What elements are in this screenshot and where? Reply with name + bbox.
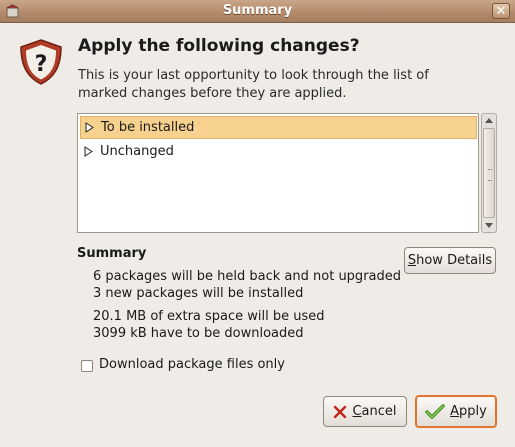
scroll-up-icon[interactable] xyxy=(485,118,493,123)
cancel-label: ancel xyxy=(361,404,397,419)
dialog-heading: Apply the following changes? xyxy=(78,36,360,56)
question-icon: ? xyxy=(20,39,62,85)
summary-heading: Summary xyxy=(77,246,147,261)
tree-row-to-be-installed[interactable]: To be installed xyxy=(80,116,477,139)
expander-icon[interactable] xyxy=(85,122,94,133)
tree-row-label: To be installed xyxy=(101,120,195,135)
apply-button[interactable]: Apply xyxy=(415,395,497,428)
download-only-checkbox[interactable] xyxy=(81,360,93,372)
tree-row-label: Unchanged xyxy=(100,144,174,159)
details-mnemonic: S xyxy=(407,253,417,268)
show-details-button[interactable]: Show Details xyxy=(404,247,496,274)
scroll-thumb[interactable] xyxy=(483,128,495,218)
summary-line-extra-space: 20.1 MB of extra space will be used xyxy=(93,309,325,324)
cancel-x-icon xyxy=(334,405,347,418)
apply-mnemonic: A xyxy=(450,404,460,419)
window-title: Summary xyxy=(222,3,293,18)
summary-line-held-back: 6 packages will be held back and not upg… xyxy=(93,269,402,284)
cancel-button[interactable]: Cancel xyxy=(323,396,407,427)
apply-label: pply xyxy=(459,404,487,419)
summary-line-new-packages: 3 new packages will be installed xyxy=(93,286,304,301)
close-icon: ✕ xyxy=(495,4,507,19)
summary-line-download-size: 3099 kB have to be downloaded xyxy=(93,326,304,341)
details-label: how Details xyxy=(416,253,493,268)
close-button[interactable]: ✕ xyxy=(492,3,510,19)
changes-tree[interactable]: To be installed Unchanged xyxy=(77,113,479,233)
tree-row-unchanged[interactable]: Unchanged xyxy=(80,141,477,164)
scroll-down-icon[interactable] xyxy=(485,223,493,228)
grip-icon xyxy=(488,169,492,181)
expander-icon[interactable] xyxy=(84,146,93,157)
apply-check-icon xyxy=(425,403,445,419)
dialog-description: This is your last opportunity to look th… xyxy=(78,68,429,101)
cancel-mnemonic: C xyxy=(352,404,362,419)
svg-text:?: ? xyxy=(35,52,48,77)
titlebar[interactable]: Summary ✕ xyxy=(0,0,515,23)
download-only-label[interactable]: Download package files only xyxy=(99,357,285,372)
list-scrollbar[interactable] xyxy=(481,113,497,233)
